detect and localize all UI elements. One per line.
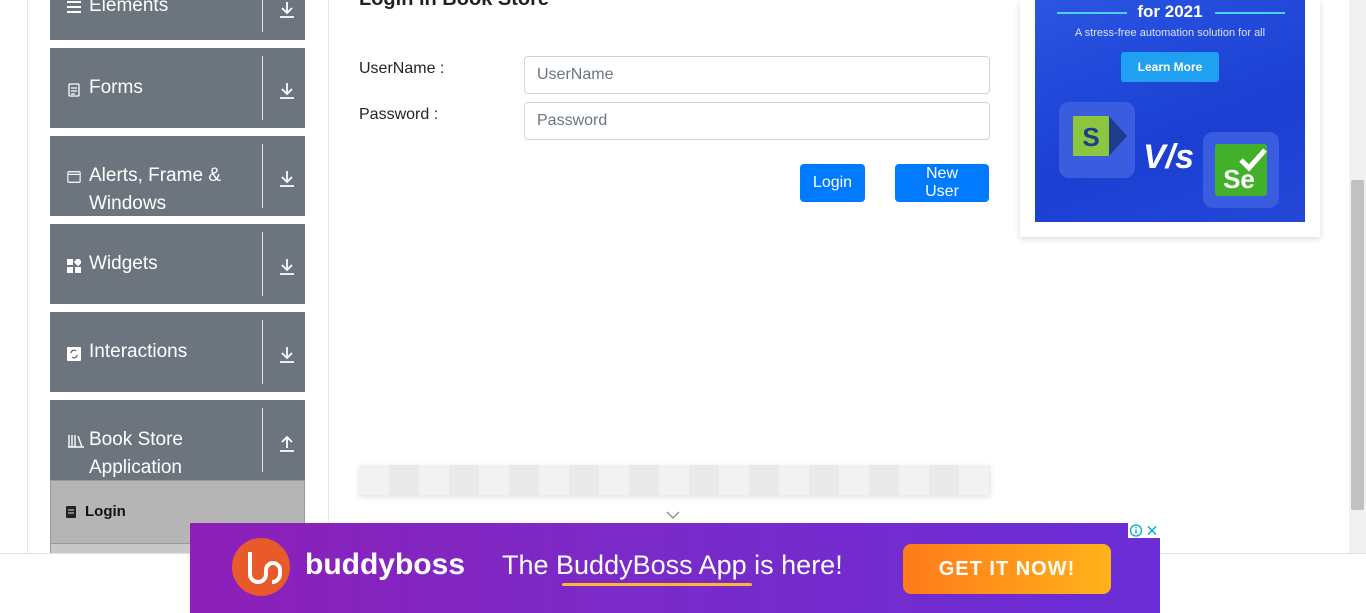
download-arrow-icon[interactable] — [276, 0, 298, 21]
selenium-logo-icon: Se — [1203, 132, 1279, 208]
right-ad-subtext: A stress-free automation solution for al… — [1074, 27, 1266, 39]
bottom-ad-brand: buddyboss — [305, 548, 466, 581]
sidebar-group-label: Book Store Application — [89, 429, 183, 478]
vertical-scrollbar[interactable] — [1349, 0, 1366, 553]
divider — [262, 320, 263, 384]
download-arrow-icon[interactable] — [276, 80, 298, 102]
username-label: UserName : — [359, 60, 445, 77]
close-icon[interactable] — [1144, 523, 1160, 538]
right-ad[interactable]: for 2021 A stress-free automation soluti… — [1035, 0, 1305, 222]
katalon-logo-icon: S — [1059, 102, 1135, 178]
widgets-grid-icon — [67, 259, 81, 273]
buddyboss-logo-icon — [232, 538, 290, 596]
bottom-ad-tagline: The BuddyBoss App is here! — [502, 550, 843, 580]
scrollbar-thumb[interactable] — [1351, 180, 1364, 510]
upload-arrow-icon[interactable] — [276, 432, 298, 454]
document-icon — [67, 83, 81, 97]
divider — [262, 56, 263, 120]
page: Elements Forms Alerts, Frame & Windows W… — [0, 0, 1366, 613]
sidebar-group-elements[interactable]: Elements — [50, 0, 305, 40]
ad-info-icon[interactable] — [1128, 523, 1144, 538]
sidebar-group-interactions[interactable]: Interactions — [50, 312, 305, 392]
divider — [262, 232, 263, 296]
left-gutter — [0, 0, 28, 553]
right-ad-headline: for 2021 — [1137, 2, 1203, 21]
svg-text:S: S — [1082, 122, 1099, 152]
sidebar-item-label: Login — [85, 503, 126, 520]
hamburger-icon — [67, 0, 81, 14]
sidebar-group-bookstore[interactable]: Book Store Application — [50, 400, 305, 480]
sidebar-group-forms[interactable]: Forms — [50, 48, 305, 128]
versus-text: V/s — [1143, 138, 1195, 176]
password-label: Password : — [359, 106, 439, 123]
download-arrow-icon[interactable] — [276, 344, 298, 366]
divider — [262, 144, 263, 208]
bookshelf-icon — [67, 434, 85, 448]
download-arrow-icon[interactable] — [276, 168, 298, 190]
sidebar-group-alerts[interactable]: Alerts, Frame & Windows — [50, 136, 305, 216]
divider — [262, 0, 263, 32]
sidebar: Elements Forms Alerts, Frame & Windows W… — [50, 0, 305, 554]
download-arrow-icon[interactable] — [276, 256, 298, 278]
tagline-underline — [562, 583, 752, 586]
login-button[interactable]: Login — [800, 164, 865, 202]
main-divider — [328, 0, 329, 553]
chevron-down-icon[interactable] — [665, 508, 681, 520]
password-input[interactable] — [524, 102, 990, 140]
sidebar-group-label: Alerts, Frame & Windows — [89, 165, 221, 214]
bottom-ad[interactable]: buddyboss The BuddyBoss App is here! GET… — [190, 523, 1160, 613]
sidebar-group-label: Elements — [89, 0, 169, 16]
window-icon — [67, 170, 81, 184]
sidebar-group-widgets[interactable]: Widgets — [50, 224, 305, 304]
sidebar-group-label: Forms — [89, 77, 143, 98]
new-user-button[interactable]: New User — [895, 164, 989, 202]
inline-ad-strip[interactable] — [359, 465, 990, 495]
learn-more-button[interactable]: Learn More — [1121, 52, 1219, 82]
get-it-now-button[interactable]: GET IT NOW! — [903, 544, 1111, 594]
divider — [262, 408, 263, 472]
sidebar-group-label: Interactions — [89, 341, 188, 362]
username-input[interactable] — [524, 56, 990, 94]
svg-text:Se: Se — [1223, 164, 1255, 194]
sidebar-group-label: Widgets — [89, 253, 158, 274]
page-title: Login in Book Store — [359, 0, 549, 11]
login-doc-icon — [65, 505, 77, 519]
interaction-icon — [67, 347, 81, 361]
